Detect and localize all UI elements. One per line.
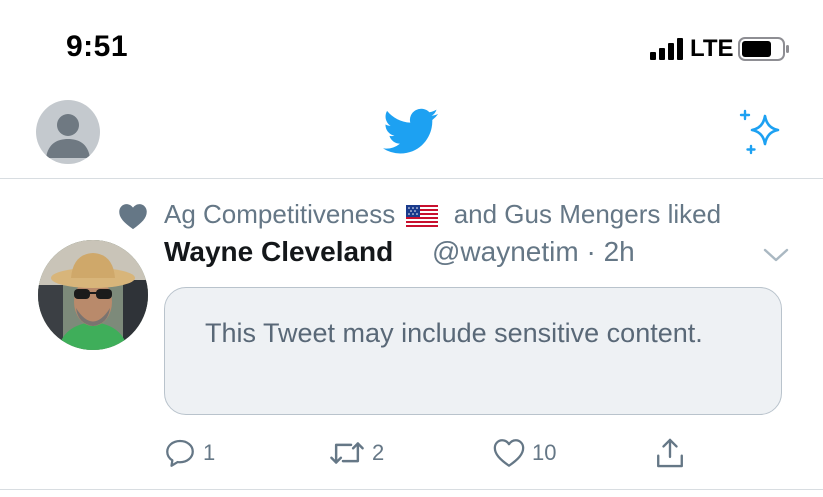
heart-icon (119, 204, 147, 230)
share-icon (657, 438, 683, 468)
signal-bars-icon (650, 38, 683, 60)
author-photo (38, 240, 148, 350)
author-avatar[interactable] (38, 240, 148, 350)
retweet-count: 2 (372, 440, 385, 465)
us-flag-icon (406, 205, 439, 228)
sensitive-notice-text: This Tweet may include sensitive content… (205, 318, 703, 348)
retweet-icon (330, 442, 364, 464)
nav-divider (0, 178, 823, 179)
sparkle-icon[interactable] (738, 108, 786, 156)
twitter-bird-icon[interactable] (383, 108, 439, 156)
chevron-down-icon[interactable] (762, 246, 790, 264)
author-name[interactable]: Wayne Cleveland (164, 236, 393, 268)
profile-avatar[interactable] (36, 100, 100, 164)
tweet-divider (0, 489, 823, 490)
reply-icon (166, 439, 194, 467)
network-label: LTE (690, 35, 734, 62)
social-context-rest: and Gus Mengers liked (453, 199, 722, 229)
reply-count: 1 (203, 440, 216, 465)
meta-separator: · (586, 236, 596, 267)
author-handle[interactable]: @waynetim (432, 236, 579, 267)
social-context: Ag Competitiveness and Gus Mengers liked (164, 199, 721, 230)
battery-icon (738, 37, 789, 61)
author-meta: @waynetim · 2h (432, 236, 635, 268)
status-time: 9:51 (66, 30, 129, 63)
default-user-icon (46, 114, 90, 158)
share-button[interactable] (654, 436, 686, 470)
reply-button[interactable]: 1 (163, 436, 215, 470)
like-count: 10 (532, 440, 557, 465)
liker-link[interactable]: Ag Competitiveness (164, 199, 395, 229)
tweet-timestamp[interactable]: 2h (604, 236, 635, 267)
retweet-button[interactable]: 2 (328, 436, 384, 470)
heart-outline-icon (493, 439, 525, 467)
like-button[interactable]: 10 (492, 436, 556, 470)
sensitive-content-notice[interactable]: This Tweet may include sensitive content… (164, 287, 782, 415)
